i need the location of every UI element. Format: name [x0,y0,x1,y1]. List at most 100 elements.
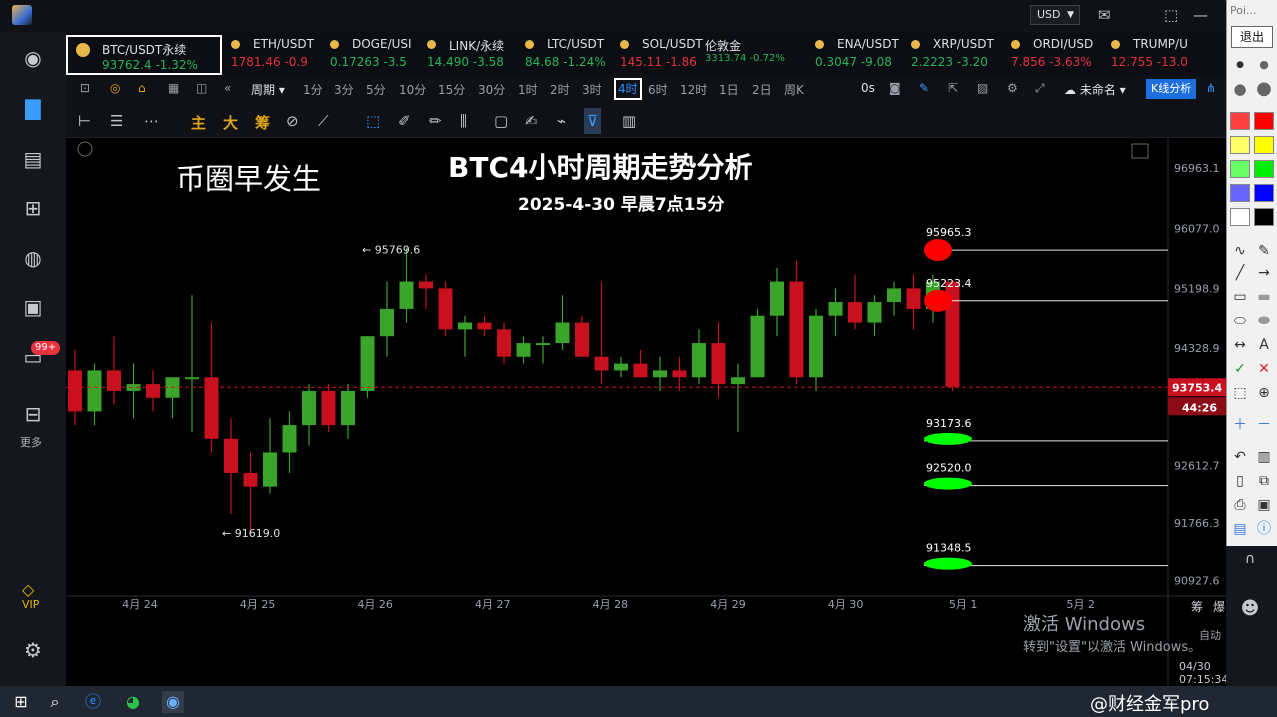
save-icon[interactable]: ▨ [977,81,988,95]
ticker-6[interactable]: 伦敦金 3313.74 -0.72% [705,32,812,76]
double-arrow-icon[interactable]: ↔ [1230,336,1250,354]
timeframe-7[interactable]: 2时 [550,81,570,98]
fullscreen-icon[interactable]: ⬚ [1164,6,1178,24]
home-icon[interactable]: ⌂ [138,81,146,95]
timeframe-2[interactable]: 5分 [366,81,386,98]
color-swatch[interactable] [1230,208,1250,226]
candle-tool-icon[interactable]: ⫼ [460,112,467,130]
medium-dot-icon[interactable]: ● [1254,56,1274,74]
ellipse-icon[interactable]: ⬭ [1230,312,1250,330]
chip-button[interactable]: 筹 [255,112,270,133]
color-swatch[interactable] [1254,112,1274,130]
more-icon[interactable]: ⊟ [21,402,45,426]
color-swatch[interactable] [1230,184,1250,202]
browser-icon[interactable]: ⓔ [82,691,104,713]
timeframe-5[interactable]: 30分 [478,81,505,98]
ticker-7[interactable]: ENA/USDT 0.3047 -9.08 [815,32,910,76]
minus-icon[interactable]: － [1254,416,1274,434]
timeframe-6[interactable]: 1时 [518,81,538,98]
ticker-5[interactable]: SOL/USDT 145.11 -1.86 [620,32,715,76]
measure-icon[interactable]: ⟋ [318,112,329,130]
delete-icon[interactable]: ▥ [1254,448,1274,466]
share-icon[interactable]: ⇱ [948,81,958,95]
ticker-9[interactable]: ORDI/USD 7.856 -3.63% [1011,32,1106,76]
line-icon[interactable]: ╱ [1230,264,1250,282]
color-swatch[interactable] [1230,112,1250,130]
selection-icon[interactable]: ⬚ [1230,384,1250,402]
disk-icon[interactable]: ▣ [1254,496,1274,514]
news-icon[interactable]: ▤ [21,147,45,171]
arrow-right-icon[interactable]: → [1254,264,1274,282]
logo-icon[interactable]: ◉ [21,46,45,70]
color-swatch[interactable] [1254,160,1274,178]
layout-icon[interactable]: ◫ [196,81,207,95]
candlestick-chart[interactable]: 96963.1 96077.0 95198.9 94328.9 92612.7 91766… [66,138,1228,686]
filled-rectangle-icon[interactable]: ▬ [1254,288,1274,306]
small-dot-icon[interactable]: ● [1230,56,1250,74]
gear-icon[interactable]: ⚙ [1007,81,1018,95]
brush-icon[interactable]: ✏ [429,112,442,130]
mail-icon[interactable]: ✉ [1098,6,1111,24]
share-nodes-icon[interactable]: ⋔ [1206,81,1216,95]
timeframe-4[interactable]: 15分 [438,81,465,98]
plus-icon[interactable]: ＋ [1230,416,1250,434]
search-icon[interactable]: ⌕ [44,691,66,713]
rectangle-icon[interactable]: ▭ [1230,288,1250,306]
settings-icon[interactable]: ⚙ [21,638,45,662]
large-dot-icon[interactable]: ● [1230,80,1250,98]
new-page-icon[interactable]: ▯ [1230,472,1250,490]
more-label[interactable]: 更多 [20,434,42,450]
expand-icon[interactable]: ⤢ [1035,81,1045,96]
ticker-2[interactable]: DOGE/USI 0.17263 -3.5 [330,32,425,76]
timeframe-0[interactable]: 1分 [303,81,323,98]
color-swatch[interactable] [1254,136,1274,154]
chart-type-icon[interactable]: ⊡ [80,81,90,95]
compass-icon[interactable]: ◎ [110,81,120,95]
app-logo-icon[interactable] [12,5,32,25]
liquidation-label[interactable]: 爆 [1213,598,1225,615]
timeframe-9[interactable]: 4时 [614,78,642,100]
lock-icon[interactable]: ⊘ [286,112,299,130]
exit-button[interactable]: 退出 [1231,26,1273,48]
ticker-1[interactable]: ETH/USDT 1781.46 -0.9 [231,32,326,76]
layout-name-select[interactable]: ☁ 未命名 ▾ [1064,81,1126,98]
text-icon[interactable]: A [1254,336,1274,354]
undo-icon[interactable]: ↶ [1230,448,1250,466]
camera-icon[interactable]: ◙ [889,81,901,95]
zoom-icon[interactable]: ⊕ [1254,384,1274,402]
magnet-icon[interactable]: ⌁ [557,112,566,130]
timeframe-3[interactable]: 10分 [399,81,426,98]
kline-analysis-button[interactable]: K线分析 [1146,79,1197,99]
big-order-button[interactable]: 大 [223,112,238,133]
color-swatch[interactable] [1230,136,1250,154]
timeframe-11[interactable]: 12时 [680,81,707,98]
chip-label[interactable]: 筹 [1191,598,1203,615]
wechat-icon[interactable]: ◕ [122,691,144,713]
period-select[interactable]: 周期 ▾ [251,81,285,98]
select-icon[interactable]: ⬚ [366,112,380,130]
ticker-8[interactable]: XRP/USDT 2.2223 -3.20 [911,32,1006,76]
chart-bar-icon[interactable]: ▇ [21,96,45,120]
wallet-icon[interactable]: ▣ [21,295,45,319]
filter-icon[interactable]: ⊽ [584,108,601,134]
minimize-icon[interactable]: — [1193,6,1208,24]
color-swatch[interactable] [1254,208,1274,226]
mascot-icon[interactable]: ☻ [1240,600,1260,618]
timeframe-13[interactable]: 2日 [752,81,772,98]
ticker-10[interactable]: TRUMP/U 12.755 -13.0 [1111,32,1206,76]
indicator-list-icon[interactable]: ☰ [110,112,123,130]
ticker-4[interactable]: LTC/USDT 84.68 -1.24% [525,32,620,76]
clipboard-icon[interactable]: ▢ [494,112,508,130]
copy-icon[interactable]: ⧉ [1254,472,1274,490]
cross-icon[interactable]: ✕ [1254,360,1274,378]
curve-icon[interactable]: ∿ [1230,242,1250,260]
note-icon[interactable]: ✍ [525,112,538,130]
horizontal-line-icon[interactable]: ⊢ [78,112,91,130]
currency-select[interactable]: USD ▼ [1030,5,1080,25]
vip-label[interactable]: VIP [22,598,39,611]
info-icon[interactable]: ⓘ [1254,520,1274,538]
timeframe-10[interactable]: 6时 [648,81,668,98]
vip-icon[interactable]: ◇ [22,580,34,599]
filled-ellipse-icon[interactable]: ⬬ [1254,312,1274,330]
ticker-3[interactable]: LINK/永续 14.490 -3.58 [427,32,522,76]
